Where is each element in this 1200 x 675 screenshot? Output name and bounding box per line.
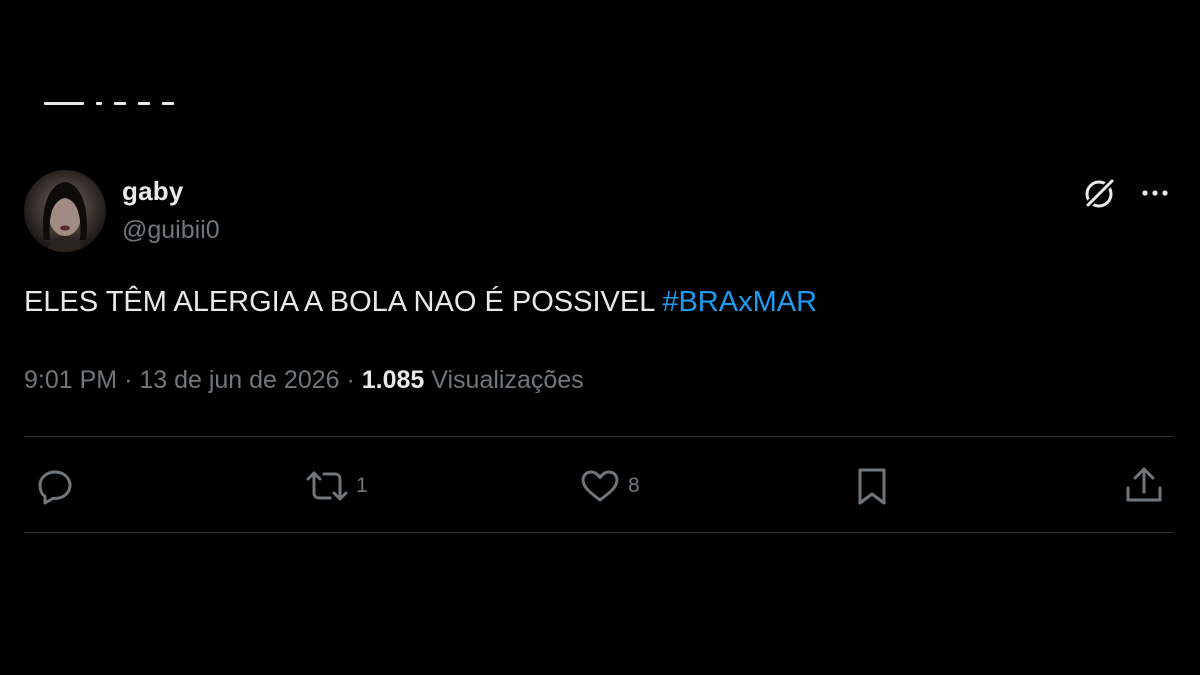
tweet-meta: 9:01 PM · 13 de jun de 2026 · 1.085 Visu… [24,366,584,395]
tweet-body: ELES TÊM ALERGIA A BOLA NAO É POSSIVEL [24,286,655,318]
meta-separator: · [346,366,355,394]
retweet-count: 1 [356,474,368,497]
bookmark-icon [858,468,886,505]
author-handle[interactable]: @guibii0 [122,216,220,245]
tweet-text: ELES TÊM ALERGIA A BOLA NAO É POSSIVEL #… [24,286,817,319]
cropped-previous-content [44,102,174,105]
like-button[interactable]: 8 [578,462,640,510]
heart-icon [581,470,619,502]
share-icon [1126,467,1162,502]
tweet-time[interactable]: 9:01 PM [24,366,117,394]
like-count: 8 [628,474,640,497]
retweet-icon [306,471,348,501]
avatar[interactable] [24,170,106,252]
more-icon[interactable] [1136,174,1174,212]
views-label: Visualizações [431,366,584,394]
tweet-date[interactable]: 13 de jun de 2026 [139,366,339,394]
divider-bottom [24,532,1174,533]
retweet-button[interactable]: 1 [304,462,368,510]
divider-top [24,436,1174,437]
reply-icon [38,470,72,505]
author-display-name[interactable]: gaby [122,176,183,207]
share-button[interactable] [1122,462,1172,510]
reply-button[interactable] [34,462,82,510]
grok-icon[interactable] [1080,174,1118,212]
tweet-detail: gaby @guibii0 ELES TÊM ALERGIA A BOLA NA… [0,0,1200,675]
meta-separator: · [124,366,133,394]
views-count: 1.085 [361,366,425,394]
hashtag-link[interactable]: #BRAxMAR [662,286,817,318]
bookmark-button[interactable] [850,462,900,510]
